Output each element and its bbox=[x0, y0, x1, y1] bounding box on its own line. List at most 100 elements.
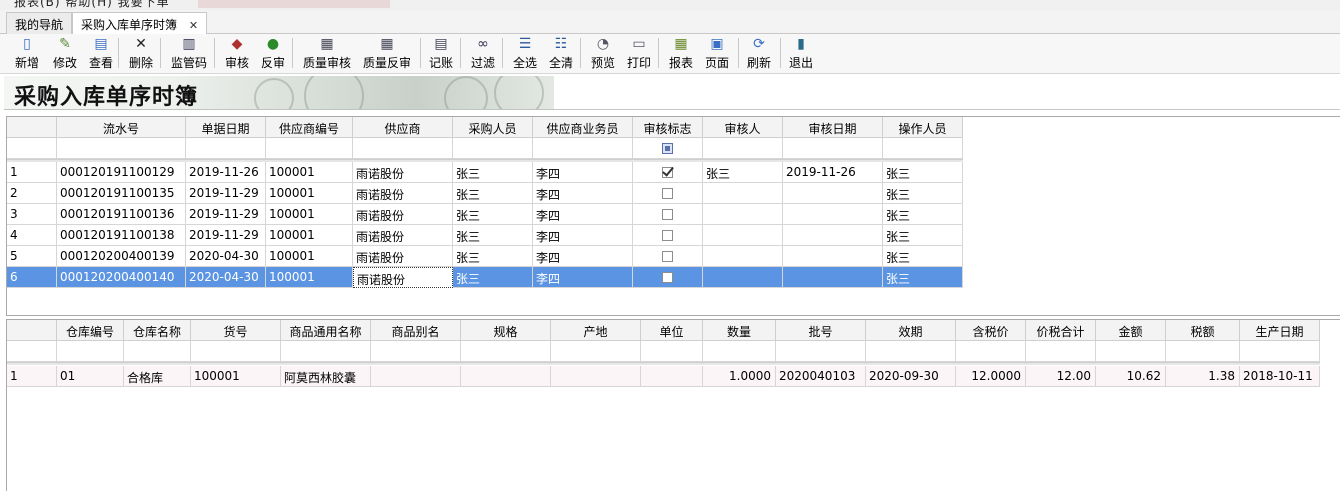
toolbar-button-12[interactable]: ☷ 全清 bbox=[546, 36, 576, 72]
cell-operator[interactable]: 张三 bbox=[883, 204, 963, 225]
column-header[interactable]: 流水号 bbox=[57, 117, 186, 138]
column-header[interactable]: 批号 bbox=[776, 320, 866, 341]
filter-cell[interactable] bbox=[461, 341, 551, 362]
cell-expiry[interactable]: 2020-09-30 bbox=[866, 366, 956, 387]
audit-checkbox[interactable] bbox=[662, 230, 673, 241]
cell-auditor[interactable]: 张三 bbox=[703, 162, 783, 183]
cell-amount[interactable]: 10.62 bbox=[1096, 366, 1166, 387]
column-header[interactable]: 价税合计 bbox=[1026, 320, 1096, 341]
toolbar-button-11[interactable]: ☰ 全选 bbox=[510, 36, 540, 72]
filter-cell[interactable] bbox=[533, 138, 633, 159]
column-header[interactable]: 审核人 bbox=[703, 117, 783, 138]
filter-cell[interactable] bbox=[641, 341, 703, 362]
toolbar-button-15[interactable]: ▦ 报表 bbox=[666, 36, 696, 72]
column-header[interactable]: 金额 bbox=[1096, 320, 1166, 341]
cell-date[interactable]: 2019-11-26 bbox=[186, 162, 266, 183]
cell-buyer[interactable]: 张三 bbox=[453, 162, 533, 183]
cell-supplier[interactable]: 雨诺股份 bbox=[353, 246, 453, 267]
cell-auditor[interactable] bbox=[703, 225, 783, 246]
cell-supplier[interactable]: 雨诺股份 bbox=[353, 267, 453, 288]
cell-date[interactable]: 2019-11-29 bbox=[186, 183, 266, 204]
cell-date[interactable]: 2019-11-29 bbox=[186, 204, 266, 225]
cell-serial[interactable]: 000120191100135 bbox=[57, 183, 186, 204]
cell-audited[interactable] bbox=[633, 267, 703, 288]
cell-price_tax[interactable]: 12.0000 bbox=[956, 366, 1026, 387]
cell-buyer[interactable]: 张三 bbox=[453, 183, 533, 204]
tab-my-navigation[interactable]: 我的导航 bbox=[6, 12, 73, 34]
column-header[interactable]: 生产日期 bbox=[1240, 320, 1320, 341]
cell-audited[interactable] bbox=[633, 162, 703, 183]
cell-no[interactable]: 5 bbox=[7, 246, 57, 267]
cell-auditor[interactable] bbox=[703, 267, 783, 288]
cell-date[interactable]: 2020-04-30 bbox=[186, 246, 266, 267]
column-header[interactable]: 审核标志 bbox=[633, 117, 703, 138]
cell-serial[interactable]: 000120200400140 bbox=[57, 267, 186, 288]
column-header[interactable]: 商品通用名称 bbox=[281, 320, 371, 341]
cell-auditor[interactable] bbox=[703, 183, 783, 204]
cell-supplier_code[interactable]: 100001 bbox=[266, 267, 353, 288]
filter-cell[interactable] bbox=[453, 138, 533, 159]
toolbar-button-14[interactable]: ▭ 打印 bbox=[624, 36, 654, 72]
column-header[interactable]: 采购人员 bbox=[453, 117, 533, 138]
audit-checkbox[interactable] bbox=[662, 209, 673, 220]
column-header[interactable]: 仓库编号 bbox=[57, 320, 124, 341]
filter-cell[interactable] bbox=[7, 341, 57, 362]
filter-cell[interactable] bbox=[1096, 341, 1166, 362]
filter-cell[interactable] bbox=[353, 138, 453, 159]
filter-cell[interactable] bbox=[1240, 341, 1320, 362]
toolbar-button-16[interactable]: ▣ 页面 bbox=[702, 36, 732, 72]
cell-supplier_rep[interactable]: 李四 bbox=[533, 225, 633, 246]
cell-buyer[interactable]: 张三 bbox=[453, 267, 533, 288]
cell-spec[interactable] bbox=[461, 366, 551, 387]
cell-generic_name[interactable]: 阿莫西林胶囊 bbox=[281, 366, 371, 387]
cell-alias[interactable] bbox=[371, 366, 461, 387]
cell-audited[interactable] bbox=[633, 246, 703, 267]
toolbar-button-10[interactable]: ∞ 过滤 bbox=[468, 36, 498, 72]
cell-no[interactable]: 6 bbox=[7, 267, 57, 288]
toolbar-button-3[interactable]: ✕ 删除 bbox=[126, 36, 156, 72]
column-header[interactable]: 税额 bbox=[1166, 320, 1240, 341]
cell-operator[interactable]: 张三 bbox=[883, 246, 963, 267]
cell-batch[interactable]: 2020040103 bbox=[776, 366, 866, 387]
cell-audit_date[interactable] bbox=[783, 246, 883, 267]
toolbar-button-1[interactable]: ✎ 修改 bbox=[50, 36, 80, 72]
cell-supplier_rep[interactable]: 李四 bbox=[533, 162, 633, 183]
column-header[interactable]: 效期 bbox=[866, 320, 956, 341]
close-icon[interactable]: ✕ bbox=[189, 19, 198, 32]
cell-audited[interactable] bbox=[633, 225, 703, 246]
audit-checkbox[interactable] bbox=[662, 251, 673, 262]
filter-cell[interactable] bbox=[57, 138, 186, 159]
cell-no[interactable]: 2 bbox=[7, 183, 57, 204]
toolbar-button-0[interactable]: ▯ 新增 bbox=[12, 36, 42, 72]
column-header[interactable]: 审核日期 bbox=[783, 117, 883, 138]
cell-serial[interactable]: 000120191100138 bbox=[57, 225, 186, 246]
cell-audit_date[interactable] bbox=[783, 183, 883, 204]
cell-supplier_code[interactable]: 100001 bbox=[266, 225, 353, 246]
cell-serial[interactable]: 000120200400139 bbox=[57, 246, 186, 267]
cell-audit_date[interactable] bbox=[783, 225, 883, 246]
filter-cell[interactable] bbox=[883, 138, 963, 159]
toolbar-button-6[interactable]: ● 反审 bbox=[258, 36, 288, 72]
toolbar-button-9[interactable]: ▤ 记账 bbox=[426, 36, 456, 72]
cell-tax[interactable]: 1.38 bbox=[1166, 366, 1240, 387]
cell-supplier_code[interactable]: 100001 bbox=[266, 183, 353, 204]
toolbar-button-8[interactable]: ▦ 质量反审 bbox=[360, 36, 414, 72]
cell-no[interactable]: 4 bbox=[7, 225, 57, 246]
column-header[interactable]: 供应商 bbox=[353, 117, 453, 138]
cell-audit_date[interactable] bbox=[783, 204, 883, 225]
cell-operator[interactable]: 张三 bbox=[883, 183, 963, 204]
audit-checkbox[interactable] bbox=[662, 188, 673, 199]
cell-audit_date[interactable] bbox=[783, 267, 883, 288]
toolbar-button-5[interactable]: ◆ 审核 bbox=[222, 36, 252, 72]
cell-serial[interactable]: 000120191100129 bbox=[57, 162, 186, 183]
cell-total_tax[interactable]: 12.00 bbox=[1026, 366, 1096, 387]
cell-supplier_code[interactable]: 100001 bbox=[266, 246, 353, 267]
cell-buyer[interactable]: 张三 bbox=[453, 204, 533, 225]
filter-cell[interactable] bbox=[186, 138, 266, 159]
cell-supplier_rep[interactable]: 李四 bbox=[533, 183, 633, 204]
cell-operator[interactable]: 张三 bbox=[883, 162, 963, 183]
filter-cell[interactable] bbox=[57, 341, 124, 362]
cell-auditor[interactable] bbox=[703, 204, 783, 225]
cell-date[interactable]: 2020-04-30 bbox=[186, 267, 266, 288]
filter-checkbox[interactable] bbox=[662, 143, 673, 154]
